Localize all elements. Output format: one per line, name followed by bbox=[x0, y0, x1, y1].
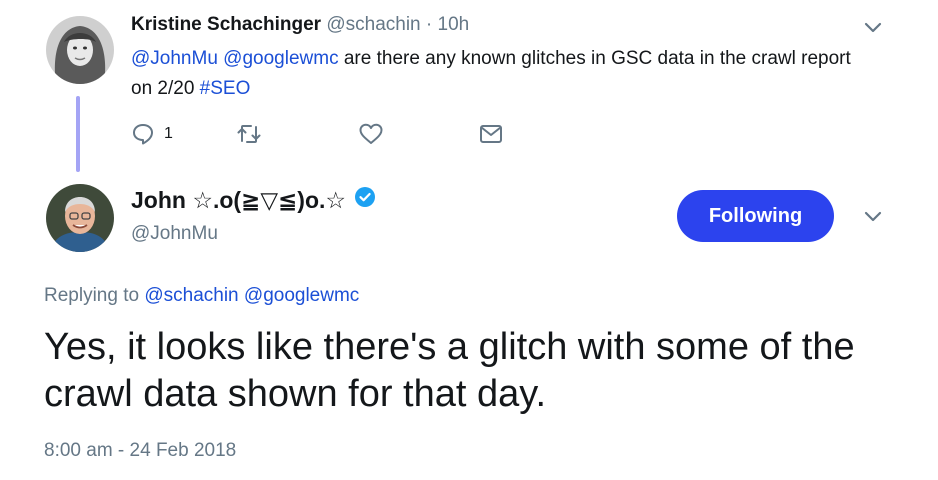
main-display-name[interactable]: John ☆.o(≧▽≦)o.☆ bbox=[131, 187, 346, 214]
thread-line bbox=[76, 96, 80, 172]
reply-count: 1 bbox=[164, 125, 173, 142]
reply-tweet-text: @JohnMu @googlewmc are there any known g… bbox=[131, 44, 871, 104]
hashtag-seo[interactable]: #SEO bbox=[200, 78, 251, 99]
like-button[interactable] bbox=[358, 122, 384, 146]
verified-badge-icon bbox=[354, 186, 376, 214]
message-icon bbox=[478, 122, 504, 146]
reply-time[interactable]: 10h bbox=[438, 14, 470, 35]
reply-display-name[interactable]: Kristine Schachinger bbox=[131, 14, 321, 35]
avatar-johnmu[interactable] bbox=[46, 184, 114, 252]
reply-icon bbox=[131, 122, 155, 146]
replying-mention-googlewmc[interactable]: @googlewmc bbox=[244, 285, 359, 306]
retweet-button[interactable] bbox=[236, 122, 262, 146]
avatar-kristine[interactable] bbox=[46, 16, 114, 84]
reply-header: Kristine Schachinger @schachin · 10h bbox=[131, 14, 469, 36]
main-handle[interactable]: @JohnMu bbox=[131, 223, 218, 245]
main-display-name-row: John ☆.o(≧▽≦)o.☆ bbox=[131, 186, 376, 214]
message-button[interactable] bbox=[478, 122, 504, 146]
like-icon bbox=[358, 122, 384, 146]
main-tweet-text: Yes, it looks like there's a glitch with… bbox=[44, 326, 855, 415]
chevron-down-icon[interactable] bbox=[862, 17, 884, 39]
chevron-down-icon[interactable] bbox=[862, 206, 884, 228]
tweet-actions: 1 bbox=[131, 122, 504, 146]
replying-prefix: Replying to bbox=[44, 285, 140, 306]
reply-button[interactable]: 1 bbox=[131, 122, 173, 146]
mention-googlewmc[interactable]: @googlewmc bbox=[223, 48, 338, 69]
tweet-timestamp[interactable]: 8:00 am - 24 Feb 2018 bbox=[44, 440, 236, 462]
following-button[interactable]: Following bbox=[677, 190, 834, 242]
replying-to: Replying to @schachin @googlewmc bbox=[44, 285, 359, 307]
separator-dot: · bbox=[425, 14, 433, 35]
retweet-icon bbox=[236, 122, 262, 146]
reply-handle[interactable]: @schachin bbox=[326, 14, 420, 35]
replying-mention-schachin[interactable]: @schachin bbox=[144, 285, 238, 306]
mention-johnmu[interactable]: @JohnMu bbox=[131, 48, 218, 69]
